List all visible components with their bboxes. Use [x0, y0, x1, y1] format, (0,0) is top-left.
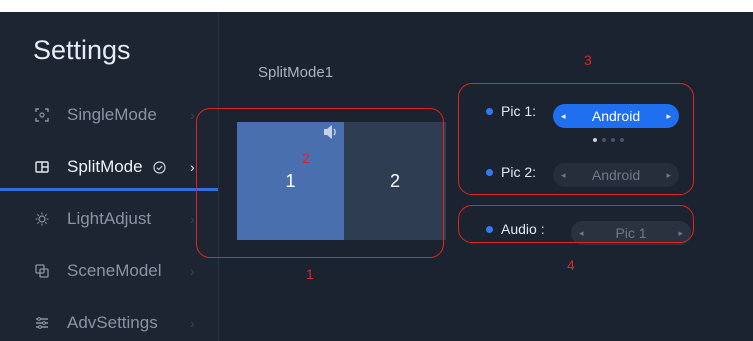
sidebar: Settings SingleMode › SplitMode › LightA… — [0, 12, 219, 341]
annotation-number-2: 2 — [302, 150, 310, 166]
tv-settings-screen: Settings SingleMode › SplitMode › LightA… — [0, 12, 753, 341]
annotation-box-4 — [458, 205, 694, 243]
chevron-right-icon: › — [190, 107, 195, 123]
scene-model-icon — [35, 264, 49, 278]
sidebar-item-advsettings[interactable]: AdvSettings › — [0, 301, 218, 341]
single-mode-icon — [35, 108, 49, 122]
annotation-number-1: 1 — [306, 266, 314, 282]
annotation-number-3: 3 — [584, 52, 592, 68]
sidebar-item-label: LightAdjust — [67, 209, 152, 228]
brightness-icon — [35, 212, 49, 226]
chevron-right-icon: › — [190, 159, 195, 175]
sidebar-item-splitmode[interactable]: SplitMode › — [0, 145, 218, 189]
check-circle-icon — [153, 160, 166, 174]
sidebar-item-scenemodel[interactable]: SceneModel › — [0, 249, 218, 293]
sidebar-item-singlemode[interactable]: SingleMode › — [0, 93, 218, 137]
sidebar-item-label: SingleMode — [67, 105, 157, 124]
annotation-box-3 — [458, 83, 694, 195]
chevron-right-icon: › — [190, 263, 195, 279]
split-mode-icon — [35, 160, 49, 174]
annotation-box-1 — [196, 108, 444, 258]
split-mode-label: SplitMode1 — [258, 64, 334, 81]
sidebar-item-label: SceneModel — [67, 261, 162, 280]
sidebar-item-label: SplitMode — [67, 157, 143, 176]
annotation-number-4: 4 — [567, 257, 575, 273]
sidebar-item-lightadjust[interactable]: LightAdjust › — [0, 197, 218, 241]
chevron-right-icon: › — [190, 315, 195, 331]
adv-settings-icon — [35, 316, 49, 330]
sidebar-item-label: AdvSettings — [67, 313, 158, 332]
active-item-underline — [0, 188, 218, 191]
settings-title: Settings — [33, 35, 131, 65]
chevron-right-icon: › — [190, 211, 195, 227]
